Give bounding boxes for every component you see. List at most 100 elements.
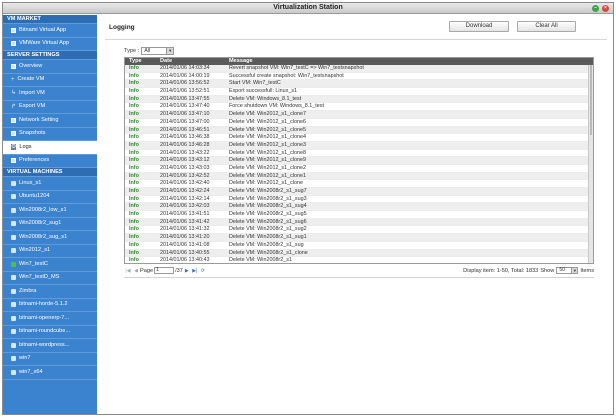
sidebar-item-label: Overview [19,62,43,69]
sidebar-item[interactable]: Win2008r2_low_s1 [3,204,97,218]
log-type: Info [129,141,139,148]
sidebar-item-label: Win2008r2_sug_s1 [19,233,68,240]
sidebar-item[interactable]: bitnami-openerp-7... [3,312,97,326]
sidebar-item-label: Win2012_s1 [19,247,51,253]
last-page-icon[interactable]: ▶| [191,267,199,275]
table-row[interactable]: Info 2014/01/06 13:41:08 Delete VM: Win200… [125,242,593,250]
log-date: 2014/01/06 13:42:52 [160,172,210,179]
log-date: 2014/01/06 13:43:22 [160,149,210,156]
sidebar-item[interactable]: Bitnami Virtual App [3,24,97,38]
sidebar-item[interactable]: Network Setting [3,114,97,128]
export-icon: ↱ [11,103,17,110]
sidebar-item-label: bitnami-roundcube... [19,328,70,334]
table-row[interactable]: Info 2014/01/06 13:41:32 Delete VM: Win200… [125,226,593,235]
table-row[interactable]: Info 2014/01/06 13:47:10 Delete VM: Win201… [125,111,593,119]
close-button[interactable]: × [602,5,609,12]
table-row[interactable]: Info 2014/01/06 13:47:55 Delete VM: Window… [125,95,593,104]
sidebar-item-label: Import VM [19,89,45,96]
sidebar-item[interactable]: Preferences [3,155,97,168]
table-row[interactable]: Info 2014/01/06 13:42:03 Delete VM: Win200… [125,203,593,212]
sidebar-item[interactable]: bitnami-wordpress... [3,339,97,353]
sidebar-item[interactable]: win7_x64 [3,366,97,380]
table-row[interactable]: Info 2014/01/06 13:43:12 Delete VM: Win201… [125,157,593,165]
network-icon [11,117,16,123]
table-row[interactable]: Info 2014/01/06 13:42:14 Delete VM: Win200… [125,196,593,204]
column-header-date[interactable]: Date [156,58,226,65]
table-row[interactable]: Info 2014/01/06 13:42:52 Delete VM: Win201… [125,172,593,181]
log-message: Delete VM: Win2012_s1_clone5 [229,126,307,133]
minimize-button[interactable]: – [592,5,599,12]
sidebar-section-header: VIRTUAL MACHINES [3,168,97,177]
table-row[interactable]: Info 2014/01/06 13:46:28 Delete VM: Win201… [125,141,593,150]
table-row[interactable]: Info 2014/01/06 13:47:00 Delete VM: Win201… [125,119,593,127]
table-row[interactable]: Info 2014/01/06 13:56:52 Start VM: Win7_te… [125,80,593,89]
sidebar-item[interactable]: Win7_testD_MS [3,272,97,285]
log-table: Type Date Message Info 2014/01/06 14:03:3… [124,57,594,264]
download-button[interactable]: Download [449,21,509,32]
table-row[interactable]: Info 2014/01/06 13:41:42 Delete VM: Win200… [125,218,593,227]
main-panel: Logging Download Clear All Type : All ▼ … [99,15,613,414]
scrollbar-thumb[interactable] [590,65,592,135]
type-select[interactable]: All ▼ [141,47,175,55]
table-row[interactable]: Info 2014/01/06 13:46:51 Delete VM: Win201… [125,126,593,135]
vm-icon [11,234,16,240]
log-type: Info [129,172,139,179]
clear-all-button[interactable]: Clear All [517,21,576,32]
sidebar-item[interactable]: bitnami-roundcube... [3,326,97,339]
column-header-type[interactable]: Type [125,58,156,65]
sidebar-item[interactable]: Linux_s1 [3,177,97,191]
sidebar-item[interactable]: Zimbra [3,285,97,299]
sidebar-item-label: Zimbra [19,287,37,294]
page-title: Logging [109,24,135,31]
vm-icon [11,329,16,335]
sidebar-item[interactable]: Win7_testC [3,258,97,272]
table-row[interactable]: Info 2014/01/06 13:43:03 Delete VM: Win201… [125,165,593,173]
sidebar-section-header: VM MARKET [3,15,97,24]
sidebar-item[interactable]: Win2012_s1 [3,245,97,258]
sidebar-item[interactable]: Win2008r2_sug1 [3,218,97,231]
table-row[interactable]: Info 2014/01/06 13:46:38 Delete VM: Win201… [125,134,593,142]
log-date: 2014/01/06 14:00:19 [160,72,210,79]
log-type: Info [129,234,139,241]
items-per-page-select[interactable]: 50 ▼ [556,267,579,274]
sidebar-item[interactable]: Snapshots [3,128,97,141]
sidebar-item[interactable]: bitnami-horde-5.1.2 [3,299,97,312]
sidebar-item[interactable]: Overview [3,60,97,74]
log-date: 2014/01/06 13:41:08 [160,241,210,248]
table-row[interactable]: Info 2014/01/06 13:40:43 Delete VM: Win200… [125,257,593,264]
sidebar-item[interactable]: + Create VM [3,74,97,87]
table-row[interactable]: Info 2014/01/06 13:42:24 Delete VM: Win200… [125,188,593,196]
page-input[interactable]: 1 [154,267,175,274]
sidebar-section-header: SERVER SETTINGS [3,51,97,60]
table-row[interactable]: Info 2014/01/06 13:42:40 Delete VM: Win201… [125,180,593,188]
log-type: Info [129,257,139,264]
log-type: Info [129,88,139,95]
table-scrollbar[interactable] [588,65,593,263]
sidebar-item[interactable]: ↳ Import VM [3,87,97,101]
sidebar-item[interactable]: win7 [3,353,97,366]
previous-page-icon[interactable]: ◀ [132,267,140,275]
table-row[interactable]: Info 2014/01/06 13:47:40 Force shutdown VM… [125,103,593,112]
table-row[interactable]: Info 2014/01/06 14:03:34 Revert snapshot V… [125,65,593,73]
show-label: Show [540,267,555,274]
table-row[interactable]: Info 2014/01/06 13:40:55 Delete VM: Win200… [125,249,593,258]
sidebar-item[interactable]: VMWare Virtual App [3,38,97,51]
log-date: 2014/01/06 13:41:42 [160,218,210,225]
sidebar-item[interactable]: ⚙ Logs [3,141,97,155]
log-date: 2014/01/06 13:47:55 [160,95,210,102]
table-row[interactable]: Info 2014/01/06 13:52:51 Export successful… [125,88,593,96]
display-item-info: Display item: 1-50, Total: 1833 [463,267,539,274]
sidebar-item[interactable]: ↱ Export VM [3,101,97,114]
column-header-message[interactable]: Message [226,58,593,65]
sidebar-item[interactable]: Win2008r2_sug_s1 [3,231,97,245]
refresh-icon[interactable]: ⟳ [199,267,207,275]
sidebar-item[interactable]: Ubuntu1204 [3,191,97,204]
first-page-icon[interactable]: |◀ [124,267,132,275]
table-row[interactable]: Info 2014/01/06 13:41:51 Delete VM: Win200… [125,211,593,219]
next-page-icon[interactable]: ▶ [183,267,191,275]
table-row[interactable]: Info 2014/01/06 13:41:20 Delete VM: Win200… [125,234,593,242]
log-type: Info [129,211,139,218]
table-row[interactable]: Info 2014/01/06 14:00:19 Successful create… [125,73,593,81]
log-type: Info [129,111,139,118]
table-row[interactable]: Info 2014/01/06 13:43:22 Delete VM: Win201… [125,150,593,158]
